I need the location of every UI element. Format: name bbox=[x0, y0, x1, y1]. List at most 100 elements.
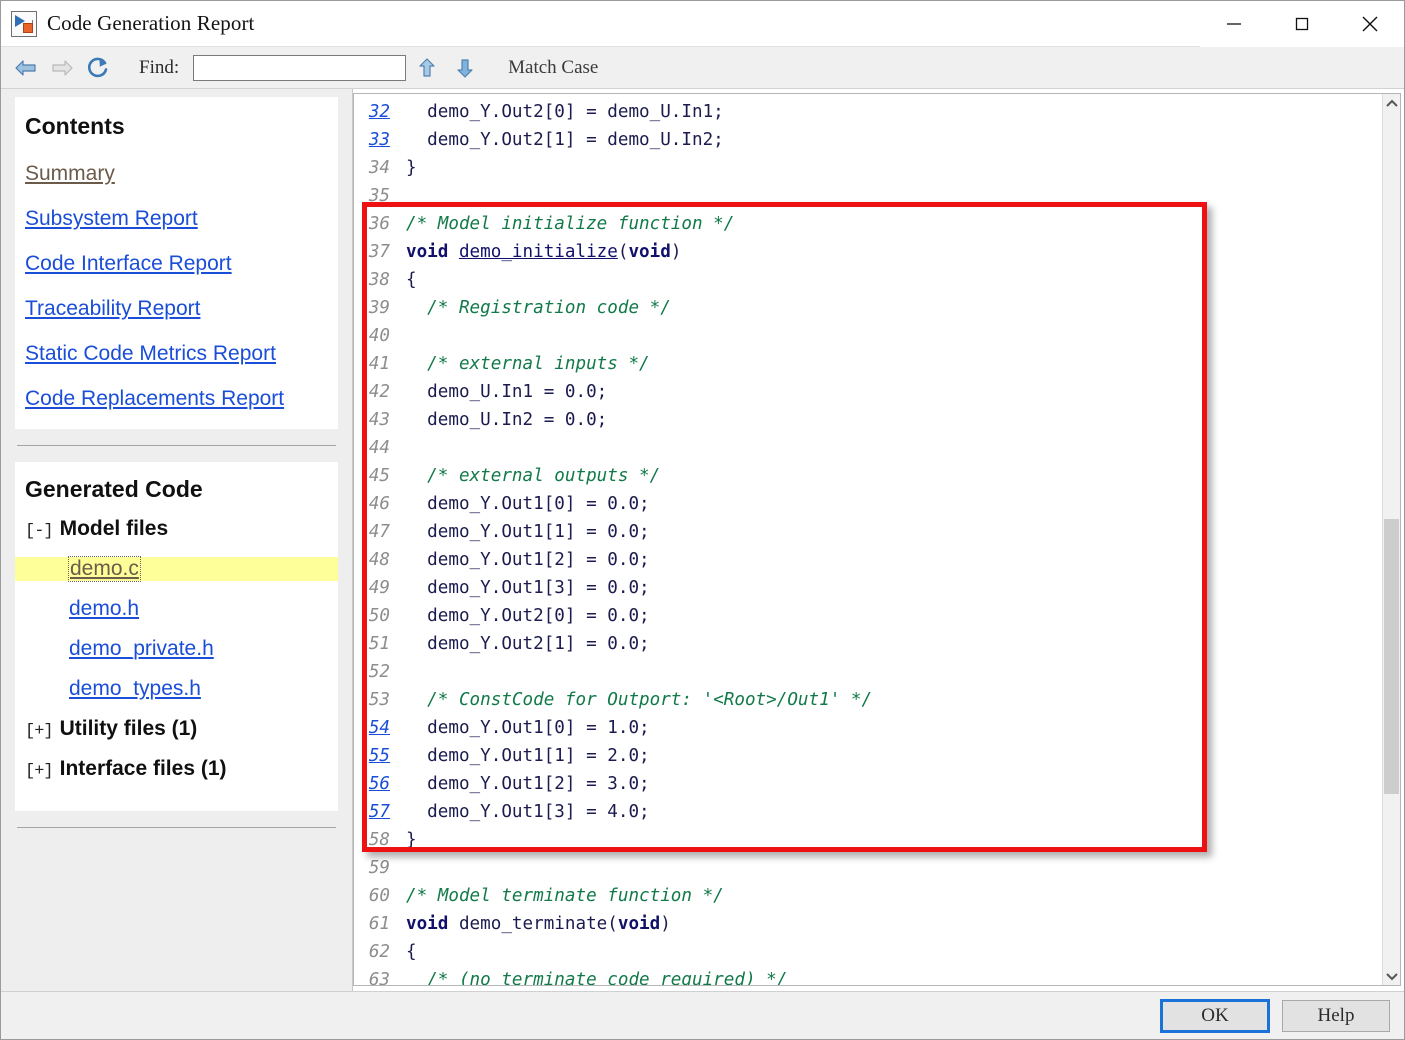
code-comment: /* ConstCode for Outport: ' bbox=[406, 690, 713, 710]
code-comment: /* external outputs */ bbox=[406, 466, 660, 486]
code-line: 57 demo_Y.Out1[3] = 4.0; bbox=[354, 798, 1382, 826]
line-number: 37 bbox=[354, 238, 406, 266]
line-number: 45 bbox=[354, 462, 406, 490]
line-number: 59 bbox=[354, 854, 406, 882]
dialog-footer: OK Help bbox=[1, 991, 1404, 1039]
forward-arrow-icon bbox=[45, 53, 79, 83]
line-number[interactable]: 55 bbox=[354, 742, 406, 770]
sidebar-divider-bottom bbox=[17, 827, 336, 828]
code-keyword: void bbox=[406, 914, 448, 934]
code-line: 59 bbox=[354, 854, 1382, 882]
code-function-link[interactable]: demo_initialize bbox=[459, 242, 618, 262]
match-case-label[interactable]: Match Case bbox=[508, 57, 598, 79]
maximize-button[interactable] bbox=[1268, 1, 1336, 47]
code-line: 41 /* external inputs */ bbox=[354, 350, 1382, 378]
line-number: 38 bbox=[354, 266, 406, 294]
code-comment: /* Model initialize function */ bbox=[406, 214, 734, 234]
generated-code-tree: [-]Model files demo.c demo.h demo_private.h… bbox=[25, 517, 328, 781]
code-text: demo_Y.Out1[2] = 3.0; bbox=[406, 774, 650, 794]
code-line: 55 demo_Y.Out1[1] = 2.0; bbox=[354, 742, 1382, 770]
file-link-demo-c[interactable]: demo.c bbox=[69, 557, 140, 581]
code-comment: /* (no terminate code required) */ bbox=[406, 970, 787, 985]
code-line: 39 /* Registration code */ bbox=[354, 294, 1382, 322]
scroll-down-button[interactable] bbox=[1383, 967, 1400, 985]
code-text: demo_Y.Out1[1] = 2.0; bbox=[406, 746, 650, 766]
line-number: 50 bbox=[354, 602, 406, 630]
file-link-demo_types-h[interactable]: demo_types.h bbox=[69, 677, 201, 701]
code-line: 46 demo_Y.Out1[0] = 0.0; bbox=[354, 490, 1382, 518]
code-line: 58} bbox=[354, 826, 1382, 854]
toc-link-0[interactable]: Summary bbox=[25, 162, 115, 186]
minimize-button[interactable] bbox=[1200, 1, 1268, 47]
line-number: 49 bbox=[354, 574, 406, 602]
toc-link-5[interactable]: Code Replacements Report bbox=[25, 387, 284, 411]
line-number: 41 bbox=[354, 350, 406, 378]
code-text: demo_Y.Out1[0] = 0.0; bbox=[406, 494, 650, 514]
code-line: 33 demo_Y.Out2[1] = demo_U.In2; bbox=[354, 126, 1382, 154]
scrollbar-thumb[interactable] bbox=[1384, 519, 1399, 794]
code-line: 53 /* ConstCode for Outport: '<Root>/Out… bbox=[354, 686, 1382, 714]
scroll-up-button[interactable] bbox=[1383, 94, 1400, 112]
tree-node-0[interactable]: [-]Model files bbox=[25, 517, 328, 541]
reload-icon[interactable] bbox=[81, 53, 115, 83]
code-line: 44 bbox=[354, 434, 1382, 462]
generated-code-panel: Generated Code [-]Model files demo.c demo.… bbox=[15, 462, 338, 811]
code-keyword: void bbox=[618, 914, 660, 934]
code-line: 35 bbox=[354, 182, 1382, 210]
sidebar: Contents Summary Subsystem Report Code Int… bbox=[1, 89, 353, 991]
file-link-demo-h[interactable]: demo.h bbox=[69, 597, 139, 621]
vertical-scrollbar[interactable] bbox=[1382, 94, 1400, 985]
toc-link-1[interactable]: Subsystem Report bbox=[25, 207, 198, 231]
generated-code-heading: Generated Code bbox=[25, 476, 328, 503]
code-text: { bbox=[406, 270, 417, 290]
line-number[interactable]: 56 bbox=[354, 770, 406, 798]
code-line: 34} bbox=[354, 154, 1382, 182]
code-line: 56 demo_Y.Out1[2] = 3.0; bbox=[354, 770, 1382, 798]
window-controls bbox=[1200, 1, 1404, 47]
line-number: 46 bbox=[354, 490, 406, 518]
line-number: 53 bbox=[354, 686, 406, 714]
up-arrow-icon[interactable] bbox=[410, 53, 444, 83]
line-number: 58 bbox=[354, 826, 406, 854]
down-arrow-icon[interactable] bbox=[448, 53, 482, 83]
close-button[interactable] bbox=[1336, 1, 1404, 47]
code-comment: /* Registration code */ bbox=[406, 298, 671, 318]
table-of-contents: Summary Subsystem Report Code Interface Re… bbox=[25, 162, 328, 411]
source-code: 32 demo_Y.Out2[0] = demo_U.In1;33 demo_Y… bbox=[354, 98, 1382, 985]
help-button[interactable]: Help bbox=[1282, 1000, 1390, 1032]
code-keyword: void bbox=[628, 242, 670, 262]
tree-node-1[interactable]: [+]Utility files (1) bbox=[25, 717, 328, 741]
tree-toggle-icon[interactable]: [-] bbox=[25, 522, 53, 541]
tree-toggle-icon[interactable]: [+] bbox=[25, 762, 53, 781]
code-text bbox=[448, 242, 459, 262]
contents-heading: Contents bbox=[25, 113, 328, 140]
code-comment: /* external inputs */ bbox=[406, 354, 650, 374]
toc-link-4[interactable]: Static Code Metrics Report bbox=[25, 342, 276, 366]
line-number[interactable]: 32 bbox=[354, 98, 406, 126]
code-keyword: void bbox=[406, 242, 448, 262]
line-number: 52 bbox=[354, 658, 406, 686]
toc-link-3[interactable]: Traceability Report bbox=[25, 297, 200, 321]
code-line: 62{ bbox=[354, 938, 1382, 966]
tree-toggle-icon[interactable]: [+] bbox=[25, 722, 53, 741]
code-text: demo_U.In2 = 0.0; bbox=[406, 410, 607, 430]
line-number[interactable]: 54 bbox=[354, 714, 406, 742]
line-number[interactable]: 33 bbox=[354, 126, 406, 154]
search-input[interactable] bbox=[193, 55, 406, 81]
tree-node-2[interactable]: [+]Interface files (1) bbox=[25, 757, 328, 781]
toc-link-2[interactable]: Code Interface Report bbox=[25, 252, 232, 276]
line-number: 63 bbox=[354, 966, 406, 985]
back-arrow-icon[interactable] bbox=[9, 53, 43, 83]
code-text: demo_U.In1 = 0.0; bbox=[406, 382, 607, 402]
code-line: 51 demo_Y.Out2[1] = 0.0; bbox=[354, 630, 1382, 658]
code-comment: ' */ bbox=[830, 690, 872, 710]
code-line: 54 demo_Y.Out1[0] = 1.0; bbox=[354, 714, 1382, 742]
code-line: 50 demo_Y.Out2[0] = 0.0; bbox=[354, 602, 1382, 630]
line-number[interactable]: 57 bbox=[354, 798, 406, 826]
code-text: ( bbox=[618, 242, 629, 262]
code-comment-link[interactable]: <Root>/Out1 bbox=[713, 690, 830, 710]
code-line: 38{ bbox=[354, 266, 1382, 294]
file-link-demo_private-h[interactable]: demo_private.h bbox=[69, 637, 214, 661]
line-number: 47 bbox=[354, 518, 406, 546]
ok-button[interactable]: OK bbox=[1160, 999, 1270, 1033]
